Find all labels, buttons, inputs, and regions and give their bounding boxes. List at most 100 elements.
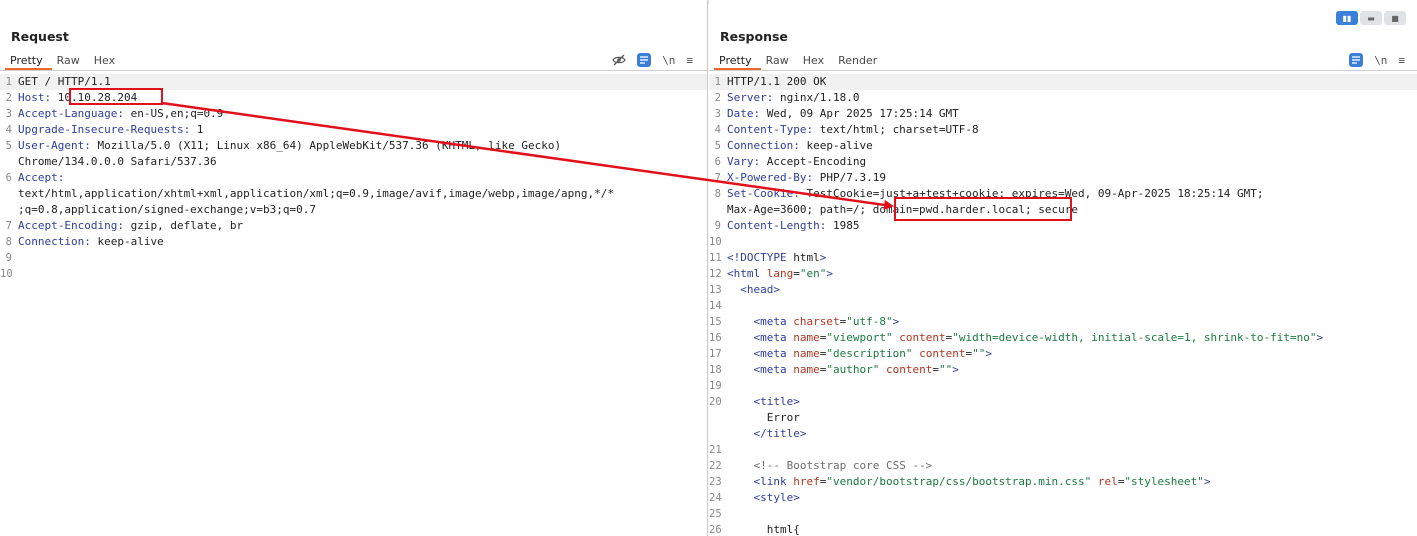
line-number: 18 xyxy=(709,364,722,376)
code-line: 22 <!-- Bootstrap core CSS --> xyxy=(709,458,1417,474)
header-name: Accept: xyxy=(18,171,65,184)
line-number: 1 xyxy=(5,76,12,88)
tab-raw[interactable]: Raw xyxy=(761,54,798,70)
code-line: Chrome/134.0.0.0 Safari/537.36 xyxy=(0,154,707,170)
tab-hex[interactable]: Hex xyxy=(89,54,124,70)
header-name: Content-Type: xyxy=(727,123,814,136)
code-line: 5 User-Agent: Mozilla/5.0 (X11; Linux x86… xyxy=(0,138,707,154)
line-number: 1 xyxy=(714,76,721,88)
line-content: <title> xyxy=(725,394,800,410)
code-line: 25 xyxy=(709,506,1417,522)
html-string: "vendor/bootstrap/css/bootstrap.min.css" xyxy=(826,475,1092,488)
header-name: User-Agent: xyxy=(18,139,91,152)
line-number: 10 xyxy=(0,268,13,280)
split-vertical-icon[interactable]: ▮▮ xyxy=(1336,11,1358,25)
html-attr: rel xyxy=(1091,475,1118,488)
header-name: Host: xyxy=(18,91,52,104)
header-name: Upgrade-Insecure-Requests: xyxy=(18,123,191,136)
html-tag: <title xyxy=(753,395,794,408)
header-value: gzip, deflate, br xyxy=(123,219,244,232)
header-value: ;q=0.8,application/signed-exchange;v=b3;… xyxy=(18,203,317,216)
code-line: text/html,application/xhtml+xml,applicat… xyxy=(0,186,707,202)
line-content: <!-- Bootstrap core CSS --> xyxy=(725,458,933,474)
header-name: Set-Cookie: xyxy=(727,187,800,200)
code-line: 20 <title> xyxy=(709,394,1417,410)
code-line: 26 html{ xyxy=(709,522,1417,536)
tab-hex[interactable]: Hex xyxy=(798,54,833,70)
html-string: "utf-8" xyxy=(846,315,893,328)
code-line: 3 Date: Wed, 09 Apr 2025 17:25:14 GMT xyxy=(709,106,1417,122)
response-editor[interactable]: 1 HTTP/1.1 200 OK 2 Server: nginx/1.18.0 3 Da… xyxy=(709,74,1417,536)
html-tag: </title xyxy=(753,427,800,440)
line-content: <meta name="description" content=""> xyxy=(753,347,992,360)
newline-toggle-button[interactable]: \n xyxy=(662,54,675,67)
menu-icon[interactable]: ≡ xyxy=(686,54,693,67)
request-title: Request xyxy=(11,29,69,44)
html-string: "en" xyxy=(799,267,827,280)
header-value: Mozilla/5.0 (X11; Linux x86_64) AppleWeb… xyxy=(90,139,562,152)
tab-pretty[interactable]: Pretty xyxy=(5,54,52,70)
html-string: "description" xyxy=(826,347,913,360)
header-value: Accept-Encoding xyxy=(760,155,867,168)
line-content: Connection: keep-alive xyxy=(725,138,873,154)
html-tag: <!DOCTYPE xyxy=(727,251,787,264)
code-line: 24 <style> xyxy=(709,490,1417,506)
line-number: 8 xyxy=(5,236,12,248)
code-line: 2 Server: nginx/1.18.0 xyxy=(709,90,1417,106)
html-tag: <meta xyxy=(753,347,787,360)
pretty-print-icon[interactable] xyxy=(637,53,652,67)
line-content: Accept-Language: en-US,en;q=0.9 xyxy=(16,106,223,122)
menu-icon[interactable]: ≡ xyxy=(1398,54,1405,67)
domain-highlight-box xyxy=(894,197,1072,221)
line-number: 20 xyxy=(709,396,722,408)
code-line: 17 <meta name="description" content=""> xyxy=(709,346,1417,362)
line-number: 16 xyxy=(709,332,722,344)
html-attr: content xyxy=(892,331,946,344)
line-content: <head> xyxy=(725,282,780,298)
line-content: Date: Wed, 09 Apr 2025 17:25:14 GMT xyxy=(725,106,959,122)
line-content xyxy=(725,506,727,522)
response-title: Response xyxy=(720,29,788,44)
header-value: 1985 xyxy=(826,219,860,232)
line-number: 3 xyxy=(5,108,12,120)
html-tag: <style xyxy=(753,491,794,504)
line-content: Accept: xyxy=(16,170,64,186)
hide-icon[interactable] xyxy=(612,53,626,67)
header-name: Accept-Encoding: xyxy=(18,219,124,232)
code-line: 9 xyxy=(0,250,707,266)
line-content xyxy=(725,442,727,458)
line-content: Chrome/134.0.0.0 Safari/537.36 xyxy=(16,154,217,170)
code-line: 10 xyxy=(709,234,1417,250)
tab-render[interactable]: Render xyxy=(833,54,886,70)
header-name: Vary: xyxy=(727,155,761,168)
code-line: 5 Connection: keep-alive xyxy=(709,138,1417,154)
html-tag: > xyxy=(799,427,807,440)
line-number xyxy=(0,154,16,170)
header-value: nginx/1.18.0 xyxy=(773,91,860,104)
split-horizontal-icon[interactable]: ▬ xyxy=(1360,11,1382,25)
html-tag: > xyxy=(826,267,833,280)
line-number: 4 xyxy=(5,124,12,136)
tab-pretty[interactable]: Pretty xyxy=(714,54,761,70)
single-pane-icon[interactable]: ■ xyxy=(1384,11,1406,25)
tab-raw[interactable]: Raw xyxy=(52,54,89,70)
line-number: 9 xyxy=(5,252,12,264)
code-line: 1 HTTP/1.1 200 OK xyxy=(709,74,1417,90)
html-tag: > xyxy=(793,395,800,408)
html-attr: charset xyxy=(786,315,840,328)
line-number: 13 xyxy=(709,284,722,296)
code-line: 12 <html lang="en"> xyxy=(709,266,1417,282)
html-attr: lang xyxy=(760,267,794,280)
request-editor[interactable]: 1 GET / HTTP/1.1 2 Host: 10.10.28.204 3 Accep… xyxy=(0,74,707,536)
html-tag: > xyxy=(773,283,780,296)
html-string: "" xyxy=(972,347,986,360)
code-line: Error xyxy=(709,410,1417,426)
line-number: 7 xyxy=(714,172,721,184)
pretty-print-icon[interactable] xyxy=(1349,53,1364,67)
code-line: 8 Connection: keep-alive xyxy=(0,234,707,250)
line-number: 19 xyxy=(709,380,722,392)
html-attr: content xyxy=(912,347,966,360)
newline-toggle-button[interactable]: \n xyxy=(1374,54,1387,67)
line-content xyxy=(725,298,727,314)
html-attr: name xyxy=(786,363,820,376)
